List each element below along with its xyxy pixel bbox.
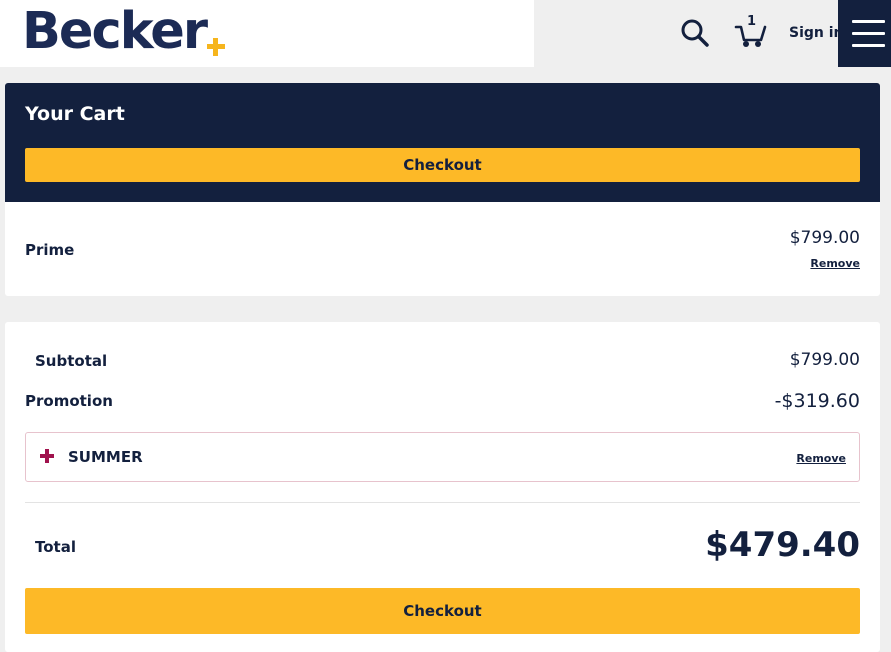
plus-icon	[40, 449, 54, 463]
logo-text: Becker	[22, 2, 208, 61]
order-summary: Subtotal $799.00 Promotion -$319.60 SUMM…	[5, 322, 880, 652]
cart-title: Your Cart	[25, 103, 125, 125]
checkout-button-top[interactable]: Checkout	[25, 148, 860, 182]
cart-item-price: $799.00	[789, 228, 860, 248]
total-value: $479.40	[705, 525, 860, 565]
remove-promo-link[interactable]: Remove	[796, 452, 846, 465]
logo-plus-icon	[206, 38, 225, 56]
site-header: Becker 1 Sign in	[0, 0, 891, 67]
search-button[interactable]	[680, 18, 710, 48]
total-label: Total	[35, 538, 76, 556]
cart-item-name: Prime	[25, 241, 75, 259]
promo-code-box: SUMMER Remove	[25, 432, 860, 482]
menu-button[interactable]	[838, 0, 891, 67]
becker-logo[interactable]: Becker	[22, 2, 225, 62]
cart-header: Your Cart Checkout	[5, 83, 880, 202]
menu-icon	[852, 20, 885, 23]
promo-code: SUMMER	[68, 448, 143, 466]
remove-item-link[interactable]: Remove	[810, 257, 860, 270]
menu-icon-bar	[852, 44, 885, 47]
cart-button[interactable]: 1	[734, 14, 768, 50]
subtotal-label: Subtotal	[35, 352, 108, 370]
divider	[25, 502, 860, 503]
search-icon	[681, 19, 709, 47]
cart-icon	[734, 25, 767, 47]
menu-icon-bar	[852, 32, 885, 35]
sign-in-link[interactable]: Sign in	[789, 25, 844, 41]
promotion-label: Promotion	[25, 392, 113, 410]
checkout-button-bottom[interactable]: Checkout	[25, 588, 860, 634]
subtotal-value: $799.00	[789, 350, 860, 370]
promotion-value: -$319.60	[774, 390, 860, 412]
cart-card: Your Cart Checkout Prime $799.00 Remove	[5, 83, 880, 296]
